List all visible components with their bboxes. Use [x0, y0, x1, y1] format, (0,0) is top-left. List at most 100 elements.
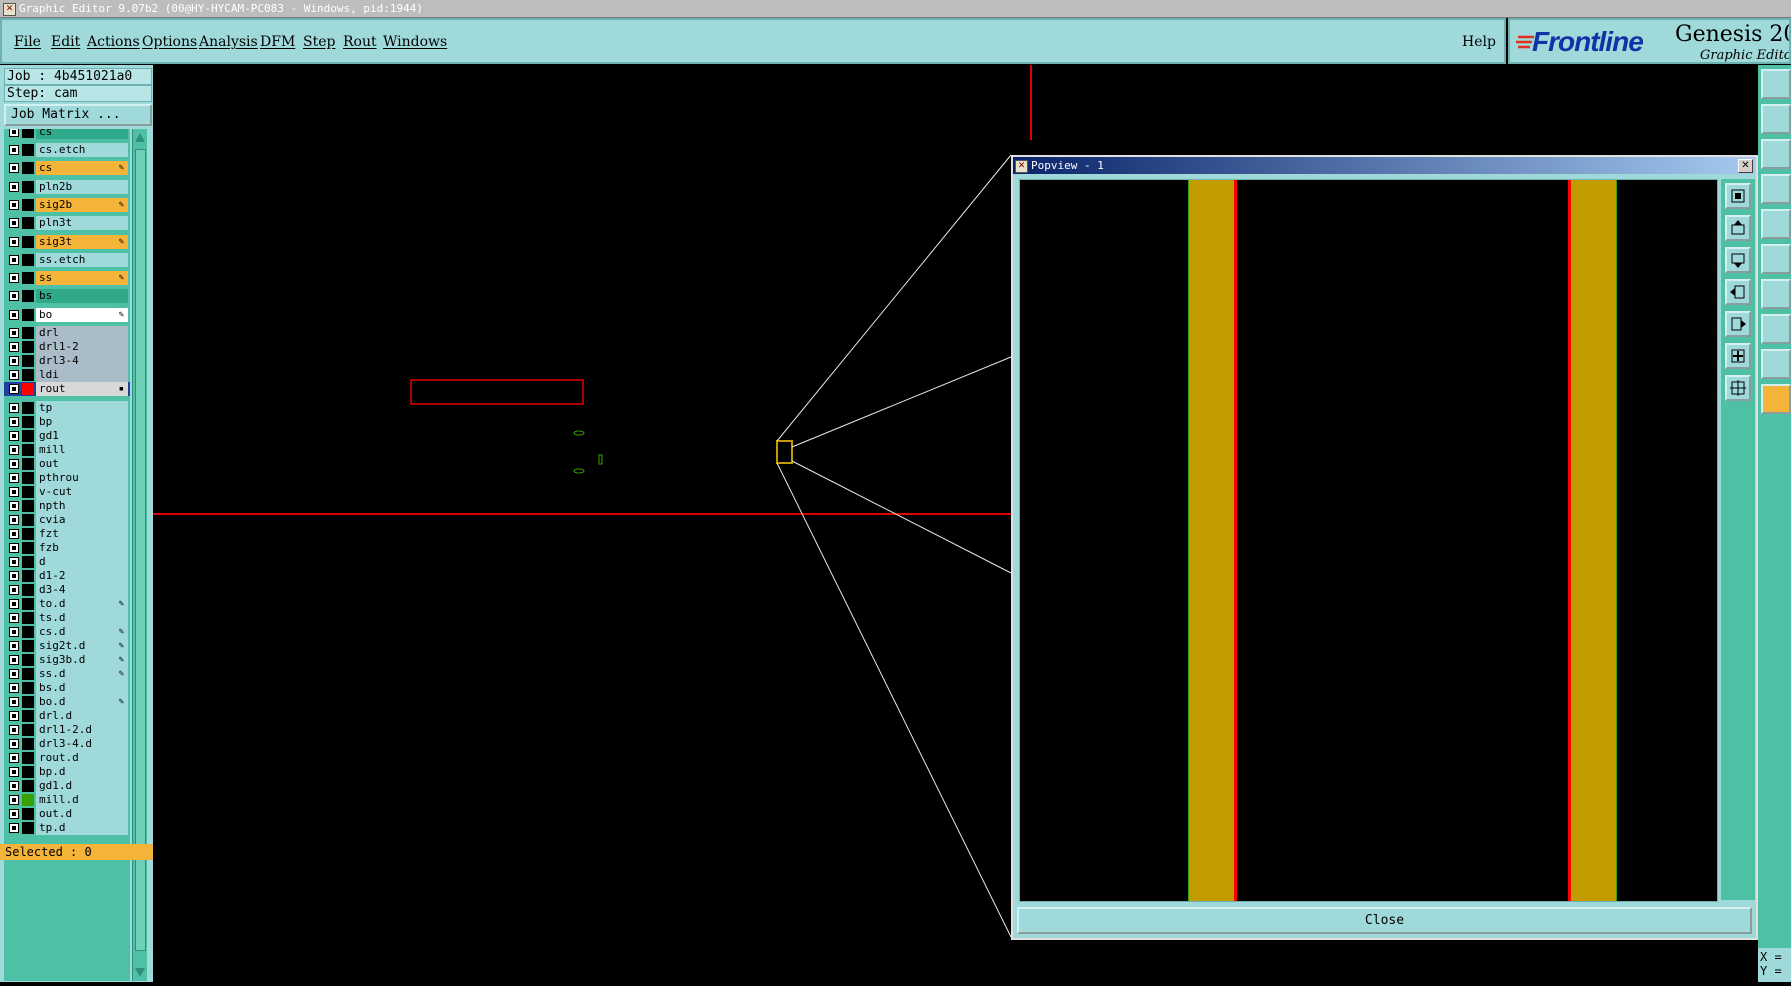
menu-file[interactable]: File [14, 34, 41, 50]
layer-checkbox[interactable] [9, 598, 19, 609]
layer-checkbox[interactable] [9, 542, 19, 553]
job-matrix-button[interactable]: Job Matrix ... [4, 104, 152, 126]
measure-icon[interactable] [1761, 174, 1791, 204]
menu-analysis[interactable]: Analysis [199, 34, 258, 50]
layer-checkbox[interactable] [9, 738, 19, 749]
layer-row-to-d[interactable]: to.d ✎ [4, 596, 130, 611]
layer-checkbox[interactable] [9, 514, 19, 525]
layer-row-bp[interactable]: bp [4, 414, 130, 429]
layer-checkbox[interactable] [9, 556, 19, 567]
layer-checkbox[interactable] [9, 291, 19, 302]
zoom-home-icon[interactable] [1725, 183, 1751, 209]
layer-row-gd1[interactable]: gd1 [4, 428, 130, 443]
popview-close-button[interactable]: Close [1017, 907, 1752, 934]
layer-row-gd1-d[interactable]: gd1.d [4, 778, 130, 793]
layer-row-drl-d[interactable]: drl.d [4, 708, 130, 723]
fit-screen-icon[interactable] [1761, 139, 1791, 169]
popview-canvas[interactable] [1019, 179, 1718, 902]
layer-checkbox[interactable] [9, 584, 19, 595]
net-icon[interactable] [1761, 244, 1791, 274]
layer-checkbox[interactable] [9, 654, 19, 665]
pan-down-icon[interactable] [1725, 247, 1751, 273]
layer-checkbox[interactable] [9, 163, 19, 174]
layer-row-out-d[interactable]: out.d [4, 806, 130, 821]
layer-checkbox[interactable] [9, 355, 19, 366]
layer-row-d1-2[interactable]: d1-2 [4, 568, 130, 583]
layer-checkbox[interactable] [9, 752, 19, 763]
layer-row-pln2b[interactable]: pln2b [4, 179, 130, 194]
layer-row-sig3t[interactable]: sig3t ✎ [4, 234, 130, 249]
layer-checkbox[interactable] [9, 181, 19, 192]
snap-icon[interactable] [1761, 314, 1791, 344]
layer-row-d[interactable]: d [4, 554, 130, 569]
layer-checkbox[interactable] [9, 254, 19, 265]
layer-checkbox[interactable] [9, 612, 19, 623]
pan-right-icon[interactable] [1725, 311, 1751, 337]
zoom-out-icon[interactable] [1725, 375, 1751, 401]
layer-checkbox[interactable] [9, 710, 19, 721]
layer-row-ss-d[interactable]: ss.d ✎ [4, 666, 130, 681]
scroll-thumb[interactable] [135, 149, 146, 951]
layer-checkbox[interactable] [9, 570, 19, 581]
layer-row-bs-d[interactable]: bs.d [4, 680, 130, 695]
select-pointer-icon[interactable] [1761, 384, 1791, 414]
layer-checkbox[interactable] [9, 500, 19, 511]
menu-edit[interactable]: Edit [51, 34, 80, 50]
layer-row-sig2t-d[interactable]: sig2t.d ✎ [4, 638, 130, 653]
layer-row-sig3b-d[interactable]: sig3b.d ✎ [4, 652, 130, 667]
drc-icon[interactable] [1761, 349, 1791, 379]
menu-dfm[interactable]: DFM [260, 34, 295, 50]
layer-checkbox[interactable] [9, 696, 19, 707]
layer-checkbox[interactable] [9, 327, 19, 338]
layer-row-cs-d[interactable]: cs.d ✎ [4, 624, 130, 639]
import-icon[interactable] [1761, 104, 1791, 134]
layer-checkbox[interactable] [9, 766, 19, 777]
angle-icon[interactable] [1761, 279, 1791, 309]
popview-close-icon[interactable]: ✕ [1738, 159, 1753, 173]
layer-checkbox[interactable] [9, 309, 19, 320]
layer-row-drl3-4[interactable]: drl3-4 [4, 353, 130, 368]
layer-row-ss[interactable]: ss ✎ [4, 271, 130, 286]
menu-step[interactable]: Step [303, 34, 335, 50]
layer-row-drl[interactable]: drl [4, 325, 130, 340]
layer-row-out[interactable]: out [4, 456, 130, 471]
layer-row-fzt[interactable]: fzt [4, 526, 130, 541]
pad-icon[interactable] [1761, 209, 1791, 239]
scroll-down-icon[interactable] [135, 968, 145, 977]
layer-row-bo[interactable]: bo ✎ [4, 307, 130, 322]
layer-row-pthrou[interactable]: pthrou [4, 470, 130, 485]
layer-checkbox[interactable] [9, 383, 19, 394]
layer-row-bp-d[interactable]: bp.d [4, 764, 130, 779]
layer-checkbox[interactable] [9, 444, 19, 455]
layer-row-drl1-2[interactable]: drl1-2 [4, 339, 130, 354]
zoom-in-icon[interactable] [1725, 343, 1751, 369]
layer-row-cs-etch[interactable]: cs.etch [4, 143, 130, 157]
layer-checkbox[interactable] [9, 486, 19, 497]
layer-checkbox[interactable] [9, 129, 19, 137]
layer-checkbox[interactable] [9, 416, 19, 427]
layer-row-drl3-4-d[interactable]: drl3-4.d [4, 736, 130, 751]
layer-checkbox[interactable] [9, 528, 19, 539]
layer-checkbox[interactable] [9, 458, 19, 469]
layer-row-ts-d[interactable]: ts.d [4, 610, 130, 625]
layer-row-bs[interactable]: bs [4, 289, 130, 304]
menu-rout[interactable]: Rout [343, 34, 377, 50]
layer-row-tp[interactable]: tp [4, 400, 130, 415]
layer-row-tp-d[interactable]: tp.d [4, 820, 130, 835]
layer-checkbox[interactable] [9, 668, 19, 679]
layer-checkbox[interactable] [9, 780, 19, 791]
layer-row-rout-d[interactable]: rout.d [4, 750, 130, 765]
popview-titlebar[interactable]: ✕ Popview - 1 ✕ [1013, 157, 1756, 174]
layer-row-v-cut[interactable]: v-cut [4, 484, 130, 499]
layer-checkbox[interactable] [9, 341, 19, 352]
layer-checkbox[interactable] [9, 199, 19, 210]
layer-row-d3-4[interactable]: d3-4 [4, 582, 130, 597]
layer-checkbox[interactable] [9, 724, 19, 735]
pan-up-icon[interactable] [1725, 215, 1751, 241]
menu-options[interactable]: Options [142, 34, 197, 50]
open-job-icon[interactable] [1761, 69, 1791, 99]
layer-row-ss-etch[interactable]: ss.etch [4, 252, 130, 267]
layer-row-drl1-2-d[interactable]: drl1-2.d [4, 722, 130, 737]
layer-row-cs[interactable]: cs [4, 129, 130, 139]
scroll-up-icon[interactable] [135, 133, 145, 142]
